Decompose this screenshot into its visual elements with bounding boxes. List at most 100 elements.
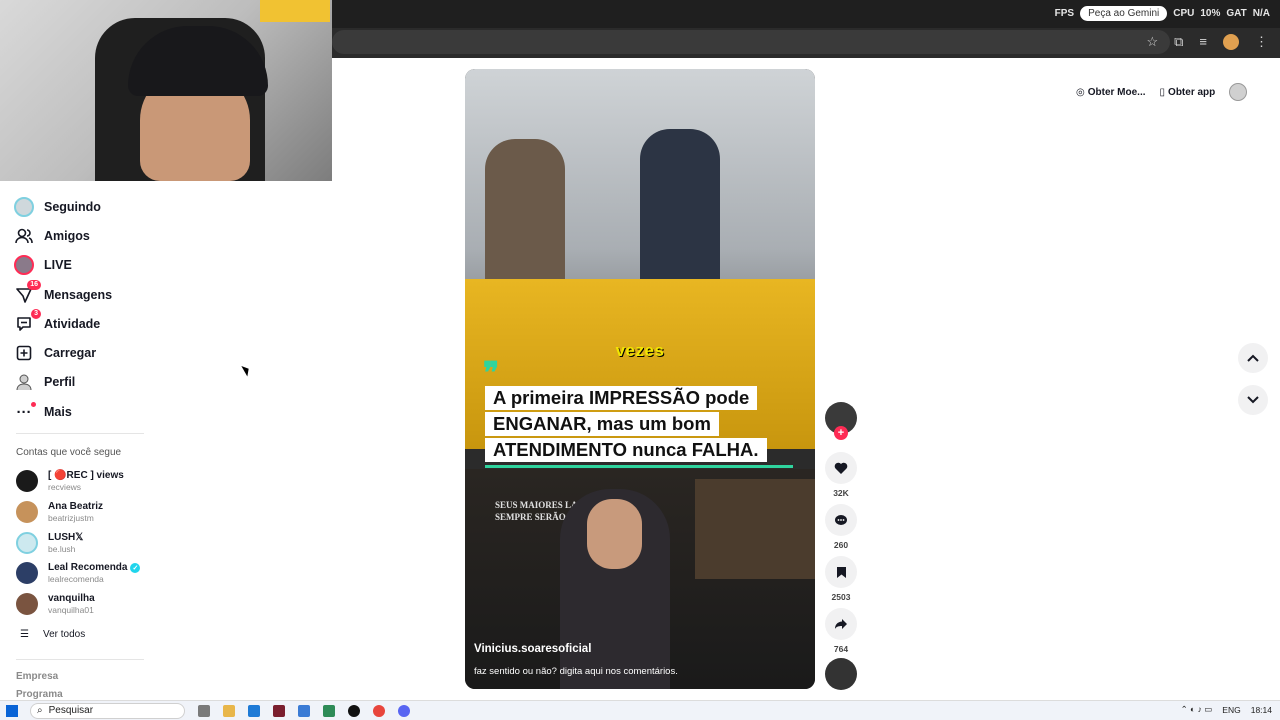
extensions-icon[interactable]: ⧉ (1174, 34, 1183, 50)
account-avatar (16, 470, 38, 492)
sidebar-item-label: Amigos (44, 229, 90, 243)
system-tray: ⌃ ◐ ♪ ▭ ENG 18:14 (1181, 704, 1272, 715)
video-subtitle-word: vezes (615, 341, 665, 360)
share-button[interactable] (825, 608, 857, 640)
top-right-actions: ◎ Obter Moe... ▯ Obter app (1076, 83, 1248, 101)
followed-account[interactable]: vanquilha vanquilha01 (16, 593, 95, 615)
cpu-label: CPU (1173, 8, 1195, 19)
footer-link-company[interactable]: Empresa (16, 671, 58, 682)
followed-account[interactable]: LUSH𝕏 be.lush (16, 532, 83, 554)
see-all-link[interactable]: ☰ Ver todos (20, 629, 85, 640)
video-author[interactable]: Vinicius.soaresoficial (474, 643, 591, 655)
coin-icon: ◎ (1076, 86, 1085, 98)
screen: FPS Peça ao Gemini CPU 10% GAT N/A ☆ ⧉ ≡… (0, 0, 1280, 720)
sidebar-item-live[interactable]: LIVE (14, 253, 72, 277)
music-disc-icon[interactable] (825, 658, 857, 690)
obs-icon[interactable] (348, 704, 360, 717)
account-handle: be.lush (48, 544, 76, 554)
sidebar-item-messages[interactable]: 16 Mensagens (14, 280, 112, 307)
quote-icon: ❞ (483, 357, 500, 390)
account-handle: lealrecomenda (48, 574, 104, 584)
list-icon: ☰ (20, 629, 29, 640)
account-name: [ 🔴REC ] views (48, 470, 124, 481)
taskbar-search[interactable]: ⌕ Pesquisar (30, 702, 185, 719)
app-icon[interactable] (273, 704, 285, 717)
task-view-icon[interactable] (198, 704, 210, 717)
address-bar[interactable] (332, 30, 1170, 54)
comment-button[interactable] (825, 504, 857, 536)
sidebar-item-upload[interactable]: Carregar (14, 341, 96, 365)
sidebar-item-label: Perfil (44, 375, 76, 389)
account-name: vanquilha (48, 593, 95, 604)
video-scene-shelf (695, 479, 815, 579)
video-scene-person (485, 139, 565, 299)
followed-account[interactable]: [ 🔴REC ] views recviews (16, 470, 124, 492)
heart-icon (834, 462, 848, 474)
account-handle: beatrizjustm (48, 513, 94, 523)
video-scene-person (640, 129, 720, 299)
sidebar-item-label: LIVE (44, 258, 72, 272)
get-app-button[interactable]: ▯ Obter app (1160, 87, 1216, 98)
bookmark-star-icon[interactable]: ☆ (1146, 34, 1158, 50)
friends-icon (14, 226, 34, 246)
sidebar-item-following[interactable]: Seguindo (14, 195, 101, 219)
sidebar-item-label: Carregar (44, 346, 97, 360)
chevron-up-icon (1247, 354, 1259, 362)
profile-avatar-icon[interactable] (1223, 34, 1239, 50)
tray-icons[interactable]: ⌃ ◐ ♪ ▭ (1181, 704, 1213, 715)
app-icon[interactable] (298, 704, 310, 717)
activity-icon: 3 (14, 309, 41, 334)
video-description: faz sentido ou não? digita aqui nos come… (474, 666, 678, 677)
like-button[interactable] (825, 452, 857, 484)
messages-badge: 16 (27, 280, 41, 290)
messages-icon: 16 (14, 280, 41, 305)
media-icon[interactable]: ≡ (1199, 34, 1207, 50)
windows-start-icon[interactable] (6, 704, 18, 717)
video-caption-line: A primeira IMPRESSÃO pode (485, 386, 758, 410)
search-icon: ⌕ (37, 705, 43, 716)
get-coins-button[interactable]: ◎ Obter Moe... (1076, 87, 1146, 98)
sidebar-item-activity[interactable]: 3 Atividade (14, 309, 100, 336)
followed-account[interactable]: Ana Beatriz beatrizjustm (16, 501, 103, 523)
windows-taskbar: ⌕ Pesquisar ⌃ ◐ ♪ ▭ ENG 18:14 (0, 700, 1280, 720)
chrome-icon[interactable] (373, 704, 385, 717)
gpu-value: N/A (1252, 8, 1270, 19)
profile-icon (14, 372, 34, 392)
account-handle: recviews (48, 482, 82, 492)
verified-badge-icon: ✓ (130, 562, 141, 573)
phone-icon: ▯ (1159, 86, 1166, 98)
sidebar-divider (16, 659, 144, 660)
account-name: Leal Recomenda ✓ (48, 562, 141, 573)
webcam-background-poster (260, 0, 330, 22)
gemini-button[interactable]: Peça ao Gemini (1080, 6, 1168, 21)
performance-overlay: FPS Peça ao Gemini CPU 10% GAT N/A (1055, 6, 1270, 21)
sidebar-item-profile[interactable]: Perfil (14, 370, 75, 394)
video-scene-speaker-face (587, 499, 642, 569)
app-icon[interactable] (323, 704, 335, 717)
menu-icon[interactable]: ⋮ (1255, 34, 1268, 50)
share-arrow-icon (835, 619, 847, 629)
clock[interactable]: 18:14 (1251, 705, 1272, 715)
discord-icon[interactable] (398, 704, 410, 717)
browser-toolbar-icons: ☆ ⧉ ≡ ⋮ (1146, 34, 1268, 50)
footer-link-program[interactable]: Programa (16, 689, 63, 700)
sidebar-item-friends[interactable]: Amigos (14, 224, 90, 248)
previous-video-button[interactable] (1238, 343, 1268, 373)
sidebar-item-more[interactable]: ··· Mais (14, 400, 72, 424)
edge-browser-icon[interactable] (248, 704, 260, 717)
user-avatar[interactable] (1229, 83, 1248, 101)
account-name: Ana Beatriz (48, 501, 104, 512)
saves-count: 2503 (831, 592, 851, 602)
language-indicator[interactable]: ENG (1222, 705, 1240, 715)
save-button[interactable] (825, 556, 857, 588)
followed-account[interactable]: Leal Recomenda ✓ lealrecomenda (16, 562, 141, 584)
caption-underline (485, 465, 793, 468)
follow-plus-icon[interactable]: + (834, 426, 848, 440)
file-explorer-icon[interactable] (223, 704, 235, 717)
gpu-label: GAT (1226, 8, 1247, 19)
video-player[interactable]: vezes ❞ A primeira IMPRESSÃO pode ENGANA… (465, 69, 815, 689)
account-avatar (16, 593, 38, 615)
next-video-button[interactable] (1238, 385, 1268, 415)
account-handle: vanquilha01 (48, 605, 94, 615)
following-accounts-title: Contas que você segue (16, 447, 122, 458)
